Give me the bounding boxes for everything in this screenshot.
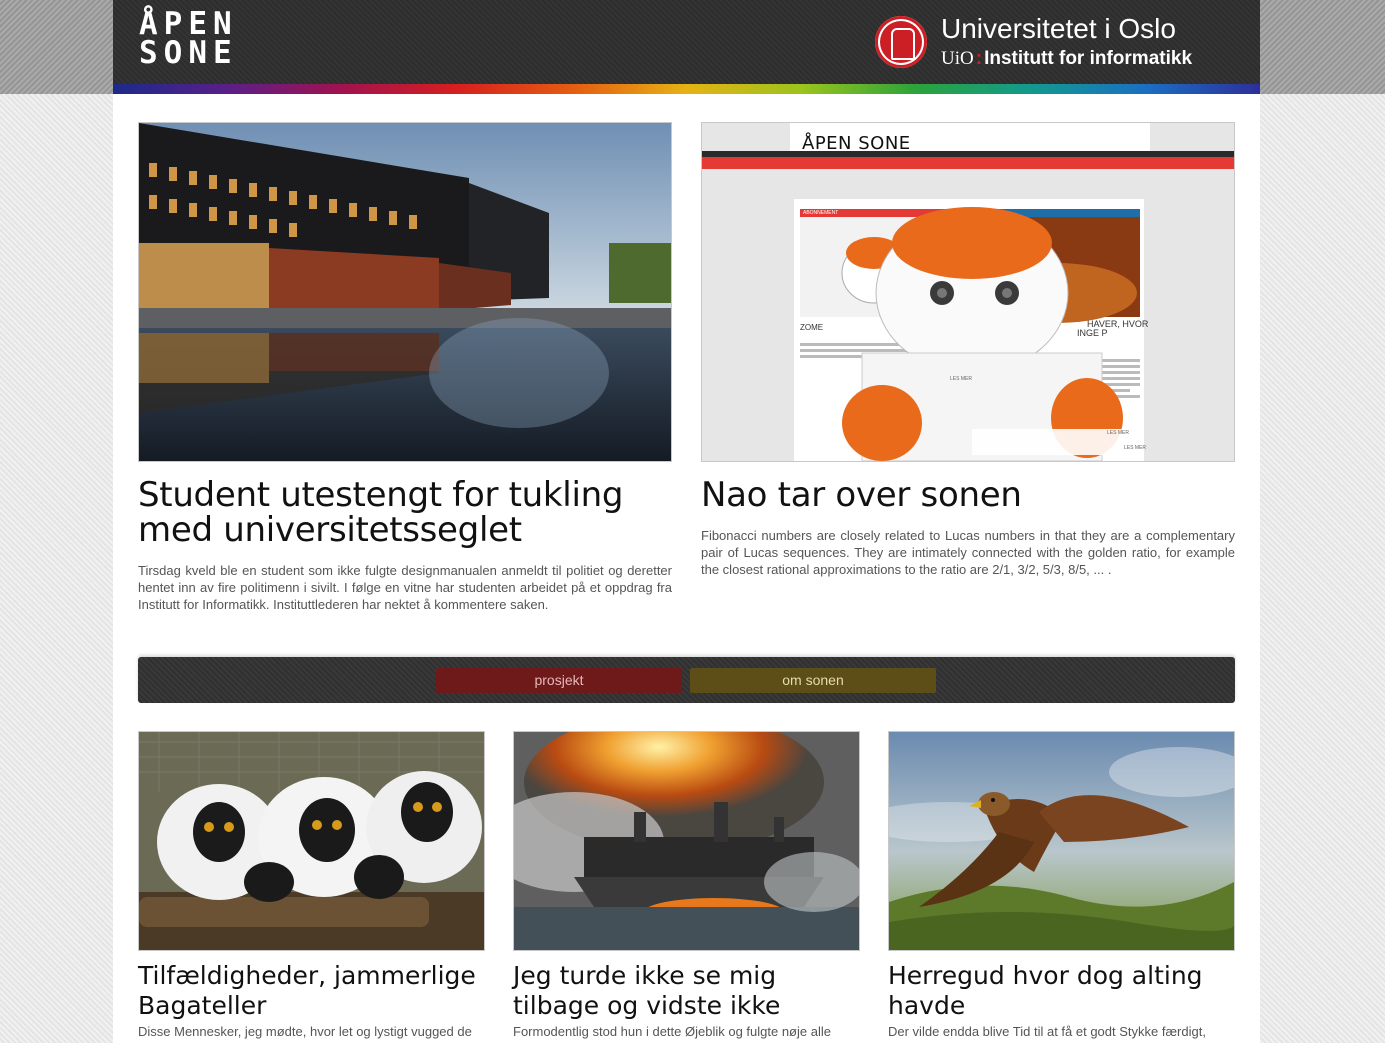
- article-card-3: Herregud hvor dog alting havde Der vilde…: [888, 731, 1235, 1040]
- screenshot-more-3: LES MER: [1124, 445, 1146, 451]
- rainbow-stripe: [113, 84, 1260, 94]
- page-container: ÅPEN SONE Universitetet i Oslo UiO: Insti…: [113, 0, 1260, 1043]
- about-zone-button[interactable]: om sonen: [690, 668, 936, 693]
- eagle-photo[interactable]: [888, 731, 1235, 951]
- article-card-2: Jeg turde ikke se mig tilbage og vidste …: [513, 731, 860, 1040]
- screenshot-label: ZOME: [800, 323, 824, 332]
- card-text-2: Formodentlig stod hun i dette Øjeblik og…: [513, 1024, 831, 1039]
- university-abbr: UiO: [941, 48, 974, 69]
- uio-seal-icon: [875, 16, 927, 68]
- building-photo[interactable]: [138, 122, 672, 462]
- card-text-1: Disse Mennesker, jeg mødte, hvor let og …: [138, 1024, 472, 1039]
- featured-title-1[interactable]: Student utestengt for tukling med univer…: [138, 478, 672, 548]
- institute-name: Institutt for informatikk: [984, 48, 1193, 69]
- featured-text-1: Tirsdag kveld ble en student som ikke fu…: [138, 563, 672, 612]
- nao-screenshot-art: [702, 123, 1234, 461]
- section-nav-bar: prosjekt om sonen: [138, 657, 1235, 703]
- screenshot-more-1: LES MER: [950, 376, 972, 382]
- oil-rig-fire-photo[interactable]: [513, 731, 860, 951]
- featured-article-2: ÅPEN SONE ABONNEMENT ZOME HAVER, HVOR IN…: [701, 122, 1235, 578]
- screenshot-more-2: LES MER: [1107, 430, 1129, 436]
- nao-screenshot[interactable]: ÅPEN SONE ABONNEMENT ZOME HAVER, HVOR IN…: [701, 122, 1235, 462]
- eagle-photo-art: [889, 732, 1234, 950]
- uio-dot-icon: :: [975, 48, 983, 69]
- lemurs-photo[interactable]: [138, 731, 485, 951]
- apen-sone-logo[interactable]: ÅPEN SONE: [139, 9, 279, 72]
- oil-rig-fire-photo-art: [514, 732, 859, 950]
- card-title-1[interactable]: Tilfældigheder, jammerlige Bagateller: [138, 961, 485, 1021]
- uio-logo[interactable]: Universitetet i Oslo UiO: Institutt for i…: [875, 13, 1255, 74]
- logo-line-2: SONE: [139, 35, 238, 71]
- featured-article-1: Student utestengt for tukling med univer…: [138, 122, 672, 613]
- project-button[interactable]: prosjekt: [436, 668, 682, 693]
- logo-text: ÅPEN SONE: [139, 9, 238, 71]
- featured-title-2[interactable]: Nao tar over sonen: [701, 478, 1235, 513]
- university-name: Universitetet i Oslo: [941, 13, 1176, 44]
- card-text-3: Der vilde endda blive Tid til at få et g…: [888, 1024, 1206, 1039]
- site-header: ÅPEN SONE Universitetet i Oslo UiO: Insti…: [113, 0, 1260, 84]
- building-photo-art: [139, 123, 671, 461]
- featured-text-2: Fibonacci numbers are closely related to…: [701, 528, 1235, 577]
- lemurs-photo-art: [139, 732, 484, 950]
- institute-line: UiO: Institutt for informatikk: [941, 48, 1192, 70]
- article-card-1: Tilfældigheder, jammerlige Bagateller Di…: [138, 731, 485, 1040]
- screenshot-tag: ABONNEMENT: [803, 210, 839, 216]
- card-title-3[interactable]: Herregud hvor dog alting havde: [888, 961, 1235, 1021]
- card-title-2[interactable]: Jeg turde ikke se mig tilbage og vidste …: [513, 961, 860, 1021]
- screenshot-label-3: INGE P: [1077, 328, 1108, 338]
- screenshot-header: ÅPEN SONE: [802, 133, 911, 154]
